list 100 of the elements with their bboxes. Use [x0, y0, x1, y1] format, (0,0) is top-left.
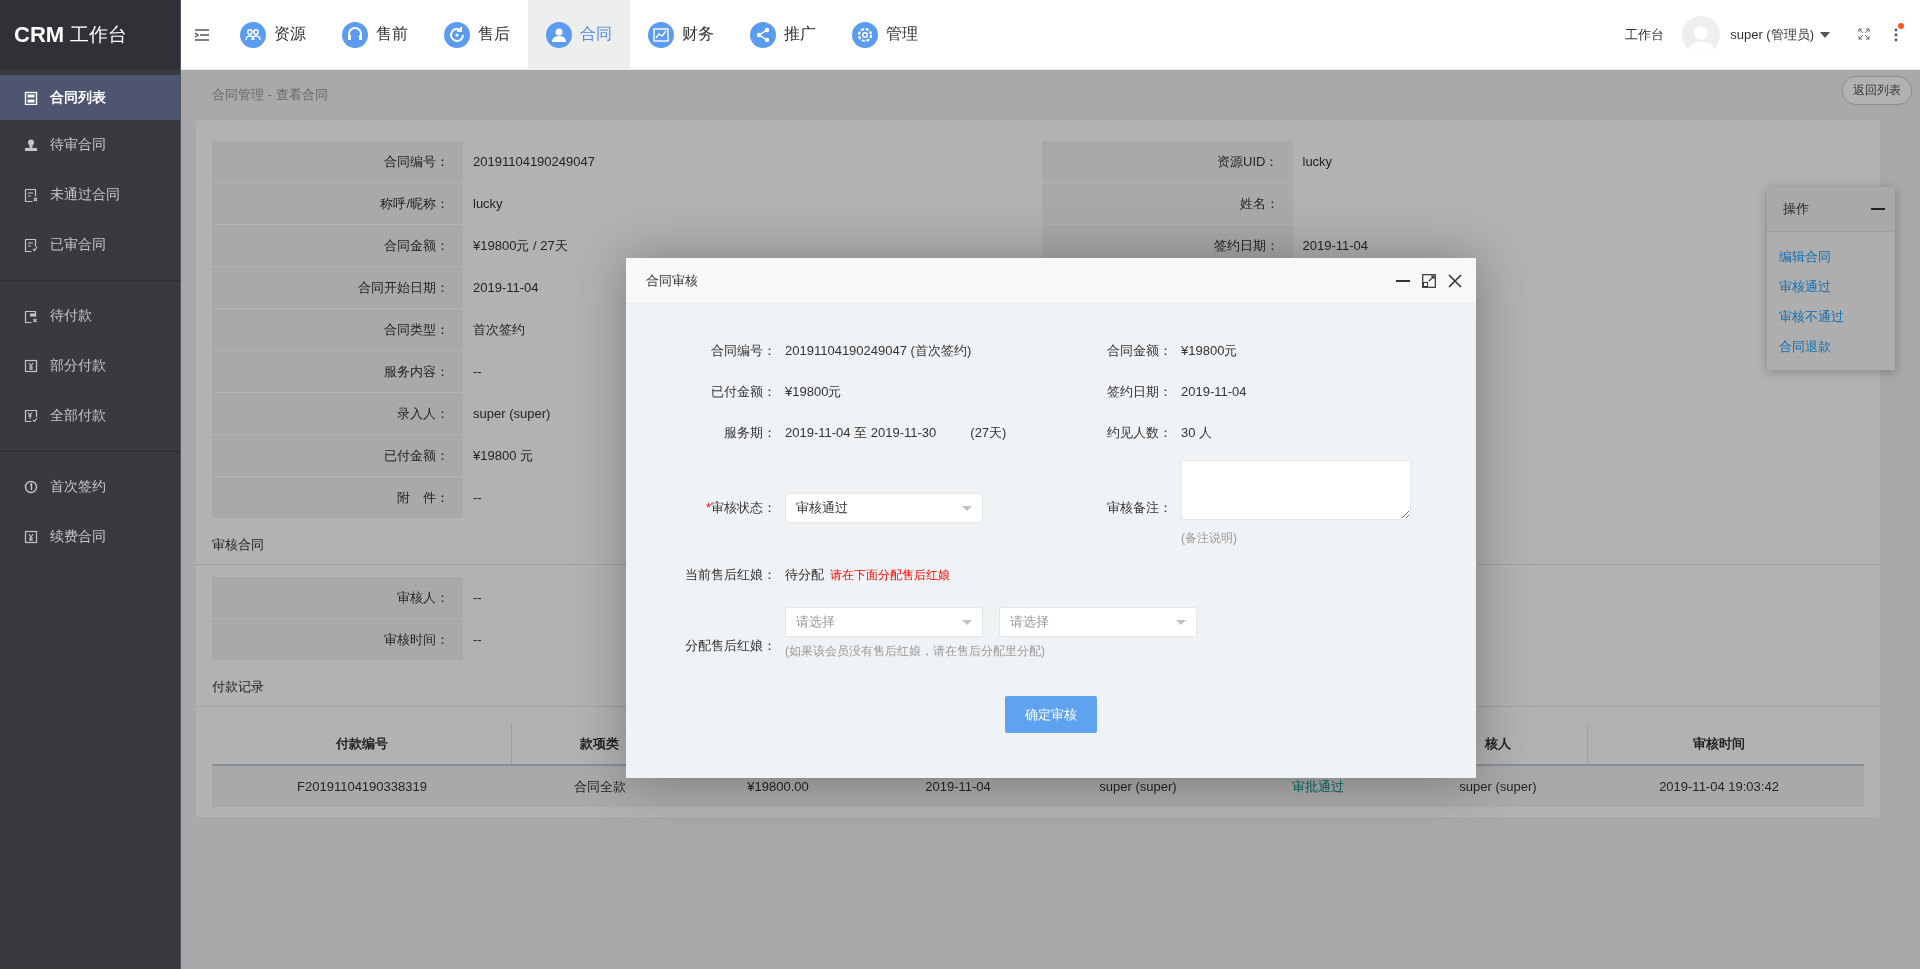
field-value: super (super) [472, 405, 551, 423]
fullscreen-icon [1858, 27, 1870, 40]
panel-title: 操作 [1783, 200, 1809, 218]
table-cell: super (super) [1459, 779, 1537, 794]
table-cell: 合同全款 [574, 777, 626, 796]
chart-icon [648, 21, 674, 48]
field-label: 服务内容： [212, 351, 463, 392]
field-label: 称呼/昵称： [212, 183, 463, 224]
hint-text: (如果该会员没有售后红娘，请在售后分配里分配) [785, 643, 1046, 660]
status-text: 审批通过 [1292, 777, 1344, 796]
field-label: 录入人： [212, 393, 463, 434]
column-header: 审核时间 [1693, 734, 1745, 753]
number-one-icon [24, 480, 38, 494]
table-cell: 2019-11-04 19:03:42 [1659, 779, 1779, 794]
sidebar-item[interactable]: 已审合同 [0, 220, 180, 270]
field-value: lucky [1301, 153, 1333, 171]
field-value: ¥19800元 [1181, 341, 1238, 360]
field-value: 首次签约 [472, 320, 525, 339]
yen-check-icon [24, 409, 38, 423]
field-value: 20191104190249047 [472, 153, 595, 171]
yen-icon [24, 359, 38, 373]
sidebar-item[interactable]: 部分付款 [0, 341, 180, 391]
field-label: *审核状态： [704, 499, 776, 517]
table-cell: ¥19800.00 [747, 779, 809, 794]
sidebar-item[interactable]: 未通过合同 [0, 170, 180, 220]
field-value: 2019-11-04 [472, 279, 539, 297]
field-label: 分配售后红娘： [684, 636, 776, 655]
field-value: (27天) [970, 423, 1007, 442]
field-label: 审核备注： [1106, 499, 1172, 517]
logo-title: 工作台 [70, 23, 128, 47]
sidebar-item[interactable]: 待付款 [0, 291, 180, 341]
column-header: 核人 [1484, 734, 1511, 753]
field-label: 合同金额： [212, 225, 463, 266]
caret-icon [1820, 31, 1830, 38]
field-value: ¥19800 元 [472, 446, 533, 465]
field-value: 2019-11-04 [1181, 384, 1247, 399]
field-label: 已付金额： [212, 435, 463, 476]
field-label: 合同编号： [212, 141, 463, 182]
field-label: 合同编号： [710, 341, 776, 360]
sidebar-item[interactable]: 首次签约 [0, 462, 180, 512]
logo-text: CRM [14, 22, 65, 48]
stamp-icon [24, 138, 38, 152]
more-icon [1894, 27, 1898, 42]
nav-tab[interactable]: 财务 [630, 0, 732, 70]
field-value: 30 人 [1181, 423, 1213, 442]
field-value: 2019-11-04 至 2019-11-30 [785, 423, 937, 442]
field-label: 姓名： [1041, 183, 1293, 224]
field-label: 当前售后红娘： [684, 566, 776, 584]
caret-icon [1176, 619, 1186, 625]
table-cell: 2019-11-04 [925, 779, 991, 794]
field-value: -- [472, 589, 482, 607]
document-x-icon [24, 188, 38, 202]
field-value: ¥19800元 [785, 382, 842, 401]
field-label: 资源UID： [1041, 141, 1293, 182]
hint-text: (备注说明) [1180, 529, 1238, 547]
field-label: 审核人： [212, 577, 463, 618]
refresh-icon [444, 21, 470, 48]
note-field[interactable] [1181, 460, 1411, 520]
field-value: -- [472, 631, 482, 649]
wallet-x-icon [24, 309, 38, 323]
column-header: 付款编号 [335, 734, 388, 753]
nav-tab[interactable]: 推广 [732, 0, 834, 70]
table-cell: super (super) [1099, 779, 1177, 794]
user-menu[interactable]: super (管理员) [1730, 25, 1830, 44]
field-value: ¥19800元 / 27天 [472, 236, 568, 255]
back-button[interactable]: 返回列表 [1842, 75, 1912, 105]
yen-icon [24, 530, 38, 544]
caret-icon [962, 505, 972, 511]
workbench-link[interactable]: 工作台 [1625, 25, 1665, 44]
user-icon [546, 21, 572, 48]
share-icon [750, 21, 776, 48]
maximize-icon[interactable] [1422, 273, 1436, 288]
table-cell: F20191104190338319 [297, 779, 427, 794]
field-label: 合同类型： [212, 309, 463, 350]
nav-tab[interactable]: 管理 [834, 0, 936, 70]
field-label: 附 件： [212, 477, 463, 518]
headset-icon [342, 21, 368, 48]
field-label: 已付金额： [710, 382, 776, 401]
nav-tab[interactable]: 售前 [324, 0, 426, 70]
sidebar-item[interactable]: 全部付款 [0, 391, 180, 441]
document-check-icon [24, 238, 38, 252]
sidebar-item[interactable]: 续费合同 [0, 512, 180, 562]
people-icon [240, 21, 266, 48]
sidebar-item[interactable]: 待审合同 [0, 120, 180, 170]
field-value: lucky [472, 195, 503, 213]
field-value: 待分配 [785, 566, 824, 584]
field-value: 20191104190249047 (首次签约) [785, 341, 972, 360]
status-select[interactable]: 审核通过 [785, 493, 983, 523]
field-value: -- [472, 363, 482, 381]
field-label: 合同金额： [1106, 341, 1172, 360]
caret-icon [962, 619, 972, 625]
field-label: 合同开始日期： [212, 267, 463, 308]
sidebar-item[interactable]: 合同列表 [0, 75, 180, 120]
warning-text: 请在下面分配售后红娘 [830, 566, 950, 584]
close-icon[interactable] [1448, 273, 1462, 288]
field-value: 2019-11-04 [1301, 237, 1369, 255]
nav-tab[interactable]: 售后 [426, 0, 528, 70]
field-value: -- [472, 489, 482, 507]
nav-tab[interactable]: 资源 [222, 0, 324, 70]
field-label: 服务期： [723, 423, 776, 442]
